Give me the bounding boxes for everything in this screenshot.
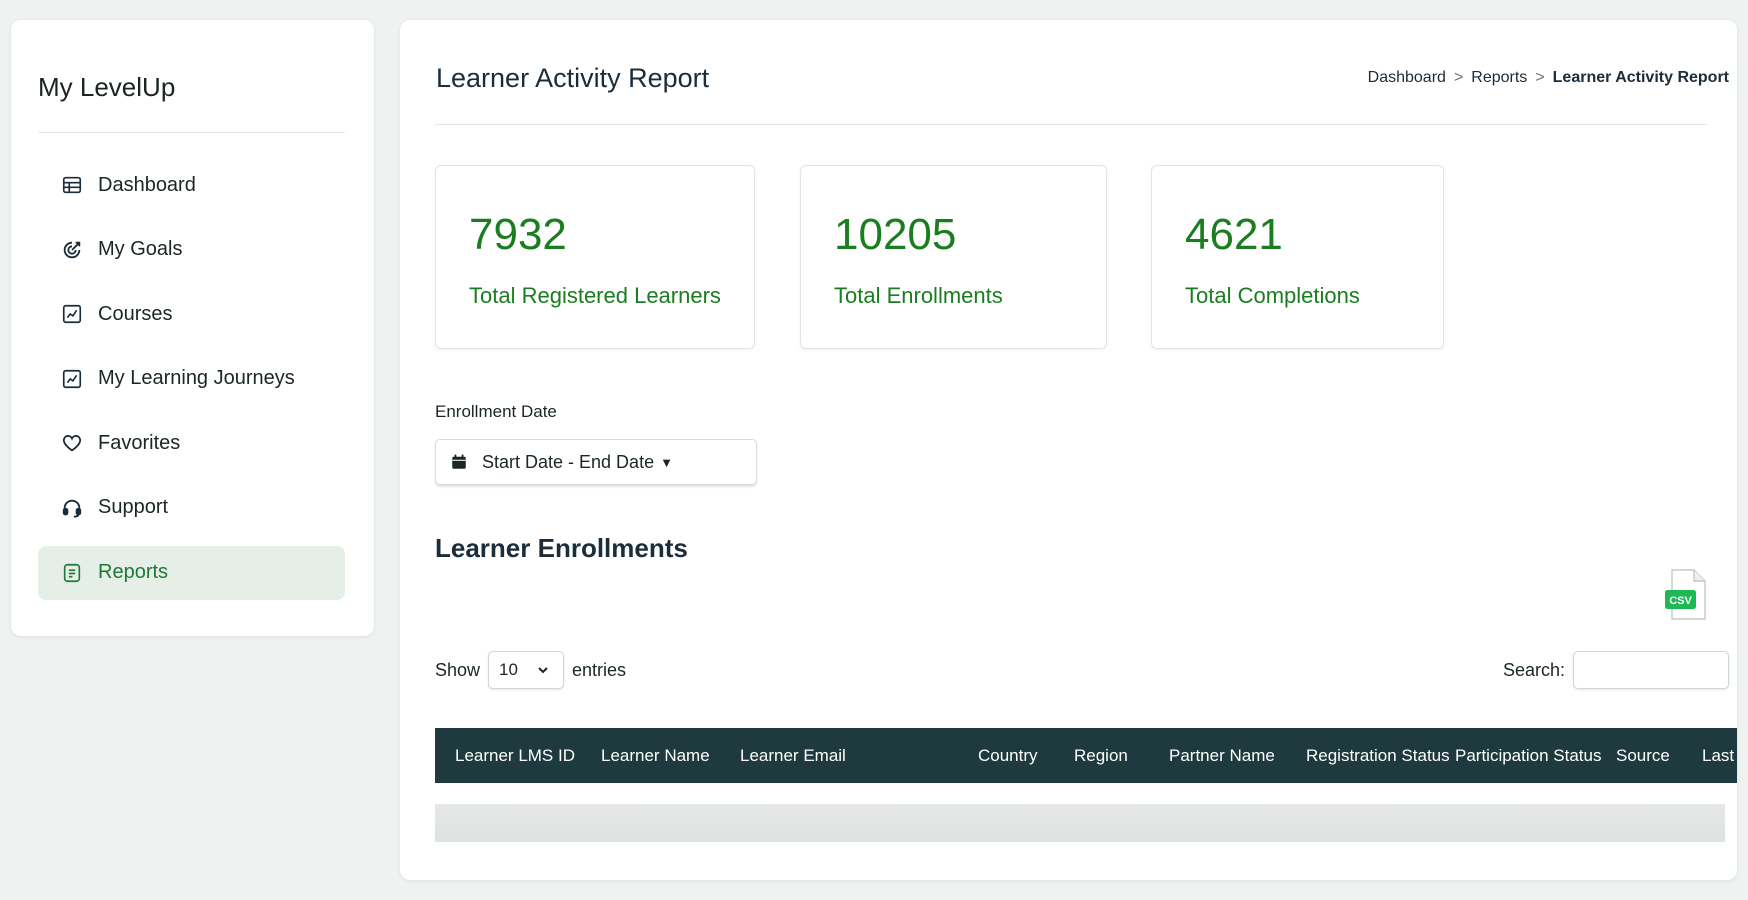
breadcrumb-separator: >: [1453, 69, 1464, 86]
headset-icon: [60, 496, 84, 520]
sidebar-nav: Dashboard My Goals Courses My Learning J…: [38, 158, 345, 610]
csv-icon-label: CSV: [1669, 595, 1692, 607]
chart-box-icon: [60, 367, 84, 391]
date-range-picker[interactable]: Start Date - End Date ▼: [435, 439, 757, 485]
search-input[interactable]: [1573, 651, 1729, 689]
column-header-registration-status[interactable]: Registration Status: [1306, 728, 1450, 783]
date-range-value: Start Date - End Date: [482, 451, 655, 472]
table-loading-row: [435, 804, 1725, 842]
sidebar-item-label: Courses: [98, 302, 173, 325]
breadcrumb-dashboard[interactable]: Dashboard: [1368, 69, 1446, 87]
stat-value: 10205: [834, 210, 957, 259]
table-header: Learner LMS ID Learner Name Learner Emai…: [435, 728, 1737, 783]
column-header-learner-lms-id[interactable]: Learner LMS ID: [455, 728, 575, 783]
target-icon: [60, 238, 84, 262]
column-header-region[interactable]: Region: [1074, 728, 1128, 783]
chart-box-icon: [60, 302, 84, 326]
title-divider: [435, 124, 1707, 125]
stat-label: Total Registered Learners: [469, 283, 721, 308]
sidebar-item-favorites[interactable]: Favorites: [38, 416, 345, 470]
caret-down-icon: ▼: [660, 454, 673, 470]
sidebar-item-label: Dashboard: [98, 173, 196, 196]
sidebar-item-label: Reports: [98, 561, 169, 584]
breadcrumb-separator: >: [1535, 69, 1545, 86]
enrollment-date-label: Enrollment Date: [435, 402, 557, 421]
stat-card-enrollments: 10205 Total Enrollments: [800, 165, 1107, 349]
column-header-learner-name[interactable]: Learner Name: [601, 728, 710, 783]
table-grid-icon: [60, 173, 84, 197]
csv-export-icon[interactable]: CSV: [1664, 569, 1706, 621]
sidebar-item-label: My Goals: [98, 238, 183, 261]
stat-card-registered-learners: 7932 Total Registered Learners: [435, 165, 755, 349]
entries-select[interactable]: 10: [488, 651, 565, 689]
report-icon: [60, 561, 84, 585]
sidebar-item-label: Support: [98, 496, 169, 519]
sidebar-item-label: Favorites: [98, 431, 181, 454]
section-title-enrollments: Learner Enrollments: [435, 533, 688, 563]
breadcrumb-current: Learner Activity Report: [1552, 69, 1729, 86]
sidebar-item-support[interactable]: Support: [38, 481, 345, 535]
column-header-last[interactable]: Last: [1702, 728, 1734, 783]
page-title: Learner Activity Report: [436, 63, 710, 93]
breadcrumb-reports[interactable]: Reports: [1471, 69, 1527, 87]
show-label: Show: [435, 659, 481, 680]
search-label: Search:: [1502, 659, 1565, 680]
sidebar-item-reports[interactable]: Reports: [38, 545, 345, 600]
sidebar-item-my-learning-journeys[interactable]: My Learning Journeys: [38, 352, 345, 406]
stat-value: 4621: [1185, 210, 1283, 259]
entries-label: entries: [572, 659, 627, 680]
brand-divider: [38, 132, 345, 133]
stat-label: Total Completions: [1185, 283, 1360, 308]
sidebar-item-courses[interactable]: Courses: [38, 287, 345, 341]
stat-card-completions: 4621 Total Completions: [1151, 165, 1444, 349]
column-header-source[interactable]: Source: [1616, 728, 1670, 783]
column-header-partner-name[interactable]: Partner Name: [1169, 728, 1275, 783]
column-header-participation-status[interactable]: Participation Status: [1455, 728, 1601, 783]
table-search: Search:: [1503, 651, 1729, 689]
brand-title: My LevelUp: [38, 72, 176, 102]
stat-label: Total Enrollments: [834, 283, 1003, 308]
main-panel: Learner Activity Report Dashboard > Repo…: [400, 20, 1737, 880]
sidebar: My LevelUp Dashboard My Goals Courses My…: [11, 20, 374, 636]
stat-value: 7932: [469, 210, 567, 259]
column-header-country[interactable]: Country: [978, 728, 1038, 783]
breadcrumb: Dashboard > Reports > Learner Activity R…: [1368, 69, 1729, 87]
sidebar-item-my-goals[interactable]: My Goals: [38, 223, 345, 277]
sidebar-item-dashboard[interactable]: Dashboard: [38, 158, 345, 212]
column-header-learner-email[interactable]: Learner Email: [740, 728, 846, 783]
chevron-down-icon: [538, 667, 548, 674]
heart-icon: [60, 431, 84, 455]
entries-value: 10: [499, 660, 518, 679]
calendar-icon: [452, 454, 466, 469]
show-entries-control: Show 10 entries: [435, 651, 626, 689]
sidebar-item-label: My Learning Journeys: [98, 367, 295, 390]
